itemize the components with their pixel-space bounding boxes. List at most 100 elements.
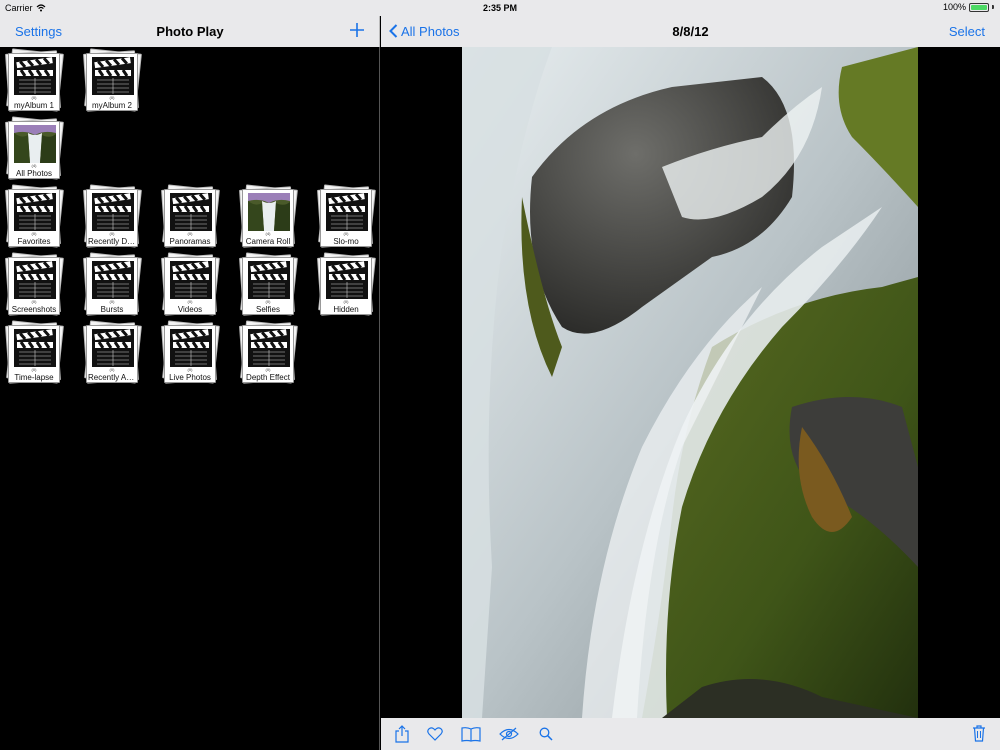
album-bursts[interactable]: (0) Bursts: [83, 252, 142, 317]
album-count: (0): [187, 231, 193, 236]
album-live-photos[interactable]: (0) Live Photos: [161, 320, 220, 385]
clapperboard-icon: [248, 261, 290, 299]
album-count: (0): [109, 367, 115, 372]
album-thumbnail: [14, 261, 56, 299]
album-book-button[interactable]: [461, 726, 481, 747]
clapperboard-icon: [92, 57, 134, 95]
delete-button[interactable]: [972, 724, 986, 747]
album-label: Recently De...: [88, 237, 137, 246]
album-depth-effect[interactable]: (0) Depth Effect: [239, 320, 298, 385]
album-card-front: (0) myAlbum 2: [86, 53, 138, 111]
clapperboard-icon: [92, 193, 134, 231]
waterfall-image: [462, 47, 918, 718]
album-card-front: (0) Live Photos: [164, 325, 216, 383]
album-label: Selfies: [255, 305, 280, 314]
battery-percent: 100%: [942, 2, 966, 12]
album-label: myAlbum 2: [91, 101, 132, 110]
album-count: (0): [31, 367, 37, 372]
left-navigation-bar: Settings Photo Play: [0, 16, 380, 47]
album-thumbnail: [248, 193, 290, 231]
search-button[interactable]: [539, 727, 553, 746]
book-icon: [461, 727, 481, 742]
clapperboard-icon: [170, 329, 212, 367]
photo-viewer: [381, 47, 1000, 718]
album-thumbnail: [326, 193, 368, 231]
album-card-front: (0) Videos: [164, 257, 216, 315]
album-panoramas[interactable]: (0) Panoramas: [161, 184, 220, 249]
album-time-lapse[interactable]: (0) Time-lapse: [5, 320, 64, 385]
album-count: (0): [343, 299, 349, 304]
heart-icon: [427, 727, 443, 741]
album-label: Slo-mo: [333, 237, 359, 246]
album-card-front: (0) myAlbum 1: [8, 53, 60, 111]
battery-fill: [971, 4, 987, 10]
left-nav-title: Photo Play: [156, 24, 224, 39]
right-navigation-bar: All Photos 8/8/12 Select: [381, 16, 1000, 47]
battery-cap: [992, 5, 994, 9]
album-camera-roll[interactable]: (4) Camera Roll: [239, 184, 298, 249]
album-label: Videos: [177, 305, 203, 314]
plus-icon: [350, 23, 364, 37]
album-count: (0): [343, 231, 349, 236]
share-button[interactable]: [394, 725, 410, 748]
album-thumbnail: [14, 125, 56, 163]
waterfall-thumbnail: [248, 193, 290, 231]
clapperboard-icon: [248, 329, 290, 367]
album-label: Time-lapse: [14, 373, 54, 382]
favorite-button[interactable]: [427, 727, 443, 746]
album-grid: (0) myAlbum 1 (0) myAlbum 2 (4) All Phot…: [0, 47, 380, 750]
album-card-front: (0) Recently De...: [86, 189, 138, 247]
album-count: (0): [31, 231, 37, 236]
waterfall-photo[interactable]: [462, 47, 918, 718]
album-videos[interactable]: (0) Videos: [161, 252, 220, 317]
album-label: Hidden: [333, 305, 359, 314]
add-album-button[interactable]: [349, 19, 365, 42]
album-card-front: (4) Camera Roll: [242, 189, 294, 247]
album-favorites[interactable]: (0) Favorites: [5, 184, 64, 249]
album-count: (4): [31, 163, 37, 168]
album-thumbnail: [92, 193, 134, 231]
album-recently-de[interactable]: (0) Recently De...: [83, 184, 142, 249]
album-label: Camera Roll: [245, 237, 291, 246]
clapperboard-icon: [14, 193, 56, 231]
album-label: myAlbum 1: [13, 101, 54, 110]
album-count: (0): [187, 299, 193, 304]
hide-button[interactable]: [499, 727, 519, 746]
album-card-front: (0) Favorites: [8, 189, 60, 247]
clapperboard-icon: [170, 261, 212, 299]
album-thumbnail: [170, 329, 212, 367]
clapperboard-icon: [170, 193, 212, 231]
album-count: (0): [109, 231, 115, 236]
album-selfies[interactable]: (0) Selfies: [239, 252, 298, 317]
album-count: (0): [109, 299, 115, 304]
album-thumbnail: [92, 261, 134, 299]
album-screenshots[interactable]: (0) Screenshots: [5, 252, 64, 317]
album-count: (0): [265, 367, 271, 372]
album-thumbnail: [92, 329, 134, 367]
album-all-photos[interactable]: (4) All Photos: [5, 116, 64, 181]
album-card-front: (0) Bursts: [86, 257, 138, 315]
album-slo-mo[interactable]: (0) Slo-mo: [317, 184, 376, 249]
album-count: (0): [31, 299, 37, 304]
clapperboard-icon: [92, 261, 134, 299]
album-myalbum-2[interactable]: (0) myAlbum 2: [83, 48, 142, 113]
album-thumbnail: [248, 261, 290, 299]
album-count: (0): [187, 367, 193, 372]
album-thumbnail: [14, 329, 56, 367]
album-count: (0): [109, 95, 115, 100]
hide-eye-icon: [499, 727, 519, 741]
album-count: (0): [31, 95, 37, 100]
album-label: Favorites: [17, 237, 51, 246]
album-count: (4): [265, 231, 271, 236]
album-recently-ad[interactable]: (0) Recently Ad...: [83, 320, 142, 385]
album-hidden[interactable]: (0) Hidden: [317, 252, 376, 317]
album-label: Recently Ad...: [88, 373, 137, 382]
album-thumbnail: [170, 193, 212, 231]
album-thumbnail: [170, 261, 212, 299]
album-thumbnail: [14, 193, 56, 231]
waterfall-thumbnail: [14, 125, 56, 163]
album-myalbum-1[interactable]: (0) myAlbum 1: [5, 48, 64, 113]
album-label: Screenshots: [11, 305, 57, 314]
album-label: Panoramas: [169, 237, 211, 246]
select-button[interactable]: Select: [949, 24, 985, 39]
